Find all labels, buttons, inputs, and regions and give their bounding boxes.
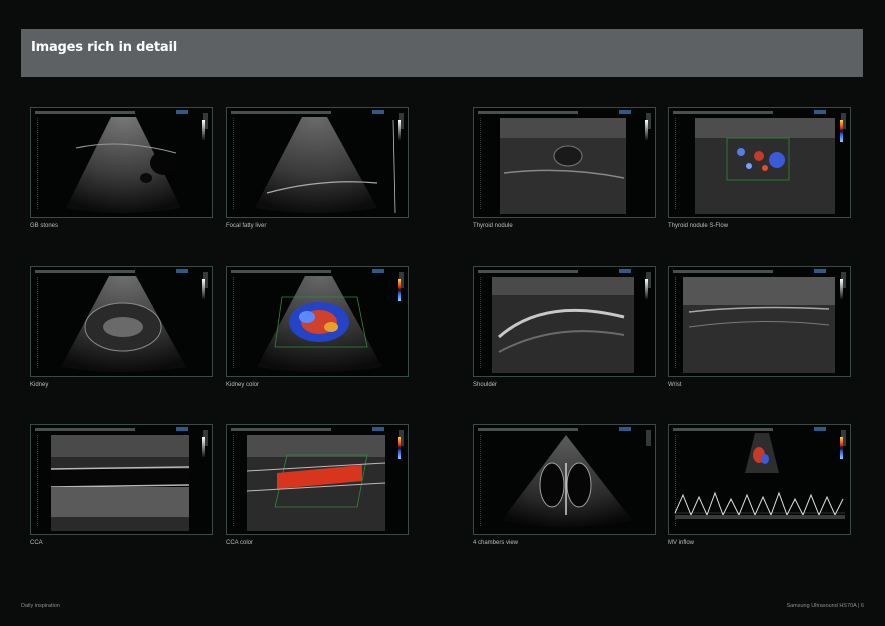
caption-cca: CCA: [30, 540, 43, 546]
caption-focal-fatty-liver: Focal fatty liver: [226, 223, 267, 229]
ultrasound-image-mv-inflow: [668, 424, 851, 535]
page-title: Images rich in detail: [31, 40, 177, 55]
ultrasound-image-thyroid-nodule-s-flow: [668, 107, 851, 218]
caption-kidney-color: Kidney color: [226, 382, 260, 388]
ultrasound-image-thyroid-nodule: [473, 107, 656, 218]
caption-4-chambers-view: 4 chambers view: [473, 540, 519, 546]
caption-gb-stones: GB stones: [30, 223, 59, 229]
ultrasound-image-4-chambers-view: [473, 424, 656, 535]
ultrasound-image-cca-color: [226, 424, 409, 535]
ultrasound-image-wrist: [668, 266, 851, 377]
footer-section-label: Daily inspiration: [21, 603, 60, 609]
ultrasound-image-cca: [30, 424, 213, 535]
caption-shoulder: Shoulder: [473, 382, 498, 388]
caption-mv-inflow: MV inflow: [668, 540, 695, 546]
footer-page-label: Samsung Ultrasound HS70A | 6: [786, 603, 864, 609]
caption-cca-color: CCA color: [226, 540, 254, 546]
header-bar: Images rich in detail: [21, 29, 863, 77]
caption-kidney: Kidney: [30, 382, 49, 388]
caption-thyroid-nodule-s-flow: Thyroid nodule S-Flow: [668, 223, 729, 229]
ultrasound-image-shoulder: [473, 266, 656, 377]
ultrasound-image-kidney: [30, 266, 213, 377]
caption-wrist: Wrist: [668, 382, 682, 388]
ultrasound-image-focal-fatty-liver: [226, 107, 409, 218]
ultrasound-image-kidney-color: [226, 266, 409, 377]
caption-thyroid-nodule: Thyroid nodule: [473, 223, 513, 229]
ultrasound-image-gb-stones: [30, 107, 213, 218]
